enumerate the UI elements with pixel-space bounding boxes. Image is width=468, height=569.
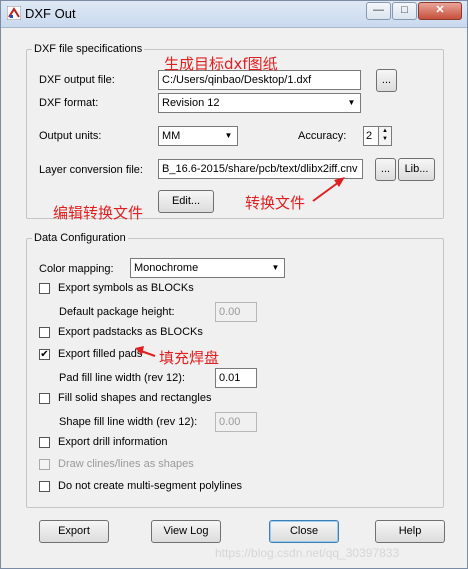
- annotation-arrows: [135, 177, 345, 357]
- dxf-out-window: DXF Out — □ ✕ DXF file specifications DX…: [0, 0, 468, 569]
- arrow-to-layer-file: [312, 177, 345, 202]
- watermark: https://blog.csdn.net/qq_30397833: [215, 546, 400, 560]
- arrow-to-filled-pads: [135, 346, 156, 357]
